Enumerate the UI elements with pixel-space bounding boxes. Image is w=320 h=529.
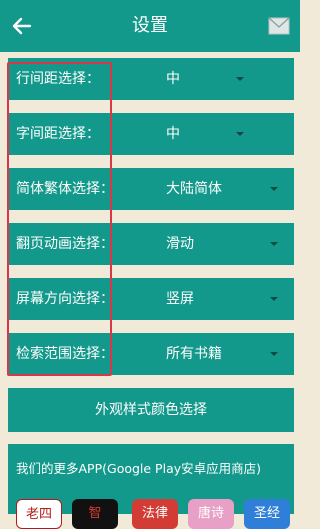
dropdown-caret-icon xyxy=(236,77,244,81)
app-icon-laosi[interactable]: 老四 xyxy=(16,499,62,529)
select-value: 中 xyxy=(166,71,180,87)
line-spacing-select[interactable]: 中 xyxy=(158,58,288,100)
more-apps-title: 我们的更多APP(Google Play安卓应用商店) xyxy=(16,461,262,476)
mail-icon[interactable] xyxy=(268,17,290,35)
dropdown-caret-icon xyxy=(270,187,278,191)
search-scope-select[interactable]: 所有书籍 xyxy=(158,333,288,375)
select-value: 滑动 xyxy=(166,236,194,252)
char-spacing-select[interactable]: 中 xyxy=(158,113,288,155)
select-value: 中 xyxy=(166,126,180,142)
app-icon-zhi[interactable]: 智 xyxy=(72,499,118,529)
more-apps-panel: 我们的更多APP(Google Play安卓应用商店) 老四 智 法律 唐诗 圣… xyxy=(8,444,294,529)
select-value: 竖屏 xyxy=(166,291,194,307)
dropdown-caret-icon xyxy=(270,352,278,356)
script-select[interactable]: 大陆简体 xyxy=(158,168,288,210)
app-icon-bible[interactable]: 圣经 xyxy=(244,499,290,529)
page-title: 设置 xyxy=(132,15,168,36)
app-icon-tang-poetry[interactable]: 唐诗 xyxy=(188,499,234,529)
highlight-frame xyxy=(7,62,112,376)
app-bar: 设置 xyxy=(0,0,300,52)
dropdown-caret-icon xyxy=(236,132,244,136)
page-animation-select[interactable]: 滑动 xyxy=(158,223,288,265)
appearance-color-button[interactable]: 外观样式颜色选择 xyxy=(8,388,294,432)
orientation-select[interactable]: 竖屏 xyxy=(158,278,288,320)
dropdown-caret-icon xyxy=(270,242,278,246)
select-value: 所有书籍 xyxy=(166,346,222,362)
select-value: 大陆简体 xyxy=(166,181,222,197)
app-icon-law[interactable]: 法律 xyxy=(132,499,178,529)
dropdown-caret-icon xyxy=(270,297,278,301)
